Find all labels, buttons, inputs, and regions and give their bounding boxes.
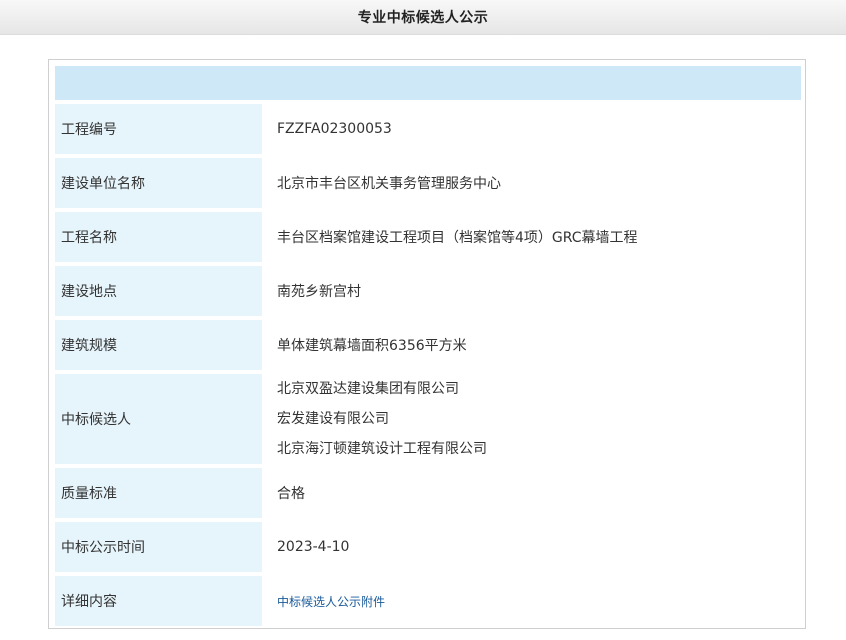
row-details: 详细内容 中标候选人公示附件 — [55, 576, 801, 626]
row-value: 北京双盈达建设集团有限公司 宏发建设有限公司 北京海汀顿建筑设计工程有限公司 — [269, 374, 801, 464]
row-label: 工程编号 — [55, 104, 262, 154]
row-value: 单体建筑幕墙面积6356平方米 — [269, 320, 801, 370]
row-project-code: 工程编号 FZZFA02300053 — [55, 104, 801, 154]
row-label: 建设单位名称 — [55, 158, 262, 208]
row-construction-unit: 建设单位名称 北京市丰台区机关事务管理服务中心 — [55, 158, 801, 208]
row-label: 中标公示时间 — [55, 522, 262, 572]
row-quality-standard: 质量标准 合格 — [55, 468, 801, 518]
row-value: 丰台区档案馆建设工程项目（档案馆等4项）GRC幕墙工程 — [269, 212, 801, 262]
row-publicity-time: 中标公示时间 2023-4-10 — [55, 522, 801, 572]
row-value: FZZFA02300053 — [269, 104, 801, 154]
row-location: 建设地点 南苑乡新宫村 — [55, 266, 801, 316]
row-label: 建筑规模 — [55, 320, 262, 370]
attachment-link[interactable]: 中标候选人公示附件 — [277, 593, 801, 610]
candidate-item: 宏发建设有限公司 — [277, 411, 389, 427]
row-label: 详细内容 — [55, 576, 262, 626]
row-project-name: 工程名称 丰台区档案馆建设工程项目（档案馆等4项）GRC幕墙工程 — [55, 212, 801, 262]
row-label: 中标候选人 — [55, 374, 262, 464]
candidate-item: 北京海汀顿建筑设计工程有限公司 — [277, 441, 487, 457]
title-bar: 专业中标候选人公示 — [0, 0, 846, 35]
row-candidates: 中标候选人 北京双盈达建设集团有限公司 宏发建设有限公司 北京海汀顿建筑设计工程… — [55, 374, 801, 464]
row-label: 建设地点 — [55, 266, 262, 316]
construction-unit-value: 北京市丰台区机关事务管理服务中心 — [277, 176, 501, 192]
publicity-time-value: 2023-4-10 — [277, 539, 350, 555]
project-name-value: 丰台区档案馆建设工程项目（档案馆等4项）GRC幕墙工程 — [277, 230, 638, 246]
row-value: 北京市丰台区机关事务管理服务中心 — [269, 158, 801, 208]
row-value: 南苑乡新宫村 — [269, 266, 801, 316]
row-value: 中标候选人公示附件 — [269, 576, 801, 626]
candidate-item: 北京双盈达建设集团有限公司 — [277, 381, 459, 397]
location-value: 南苑乡新宫村 — [277, 284, 361, 300]
page-title: 专业中标候选人公示 — [357, 10, 489, 26]
quality-standard-value: 合格 — [277, 486, 305, 502]
row-value: 合格 — [269, 468, 801, 518]
info-panel: 工程编号 FZZFA02300053 建设单位名称 北京市丰台区机关事务管理服务… — [48, 59, 806, 629]
row-building-scale: 建筑规模 单体建筑幕墙面积6356平方米 — [55, 320, 801, 370]
panel-header — [55, 66, 801, 100]
row-value: 2023-4-10 — [269, 522, 801, 572]
project-code-value: FZZFA02300053 — [277, 121, 392, 137]
row-label: 工程名称 — [55, 212, 262, 262]
row-label: 质量标准 — [55, 468, 262, 518]
building-scale-value: 单体建筑幕墙面积6356平方米 — [277, 338, 467, 354]
